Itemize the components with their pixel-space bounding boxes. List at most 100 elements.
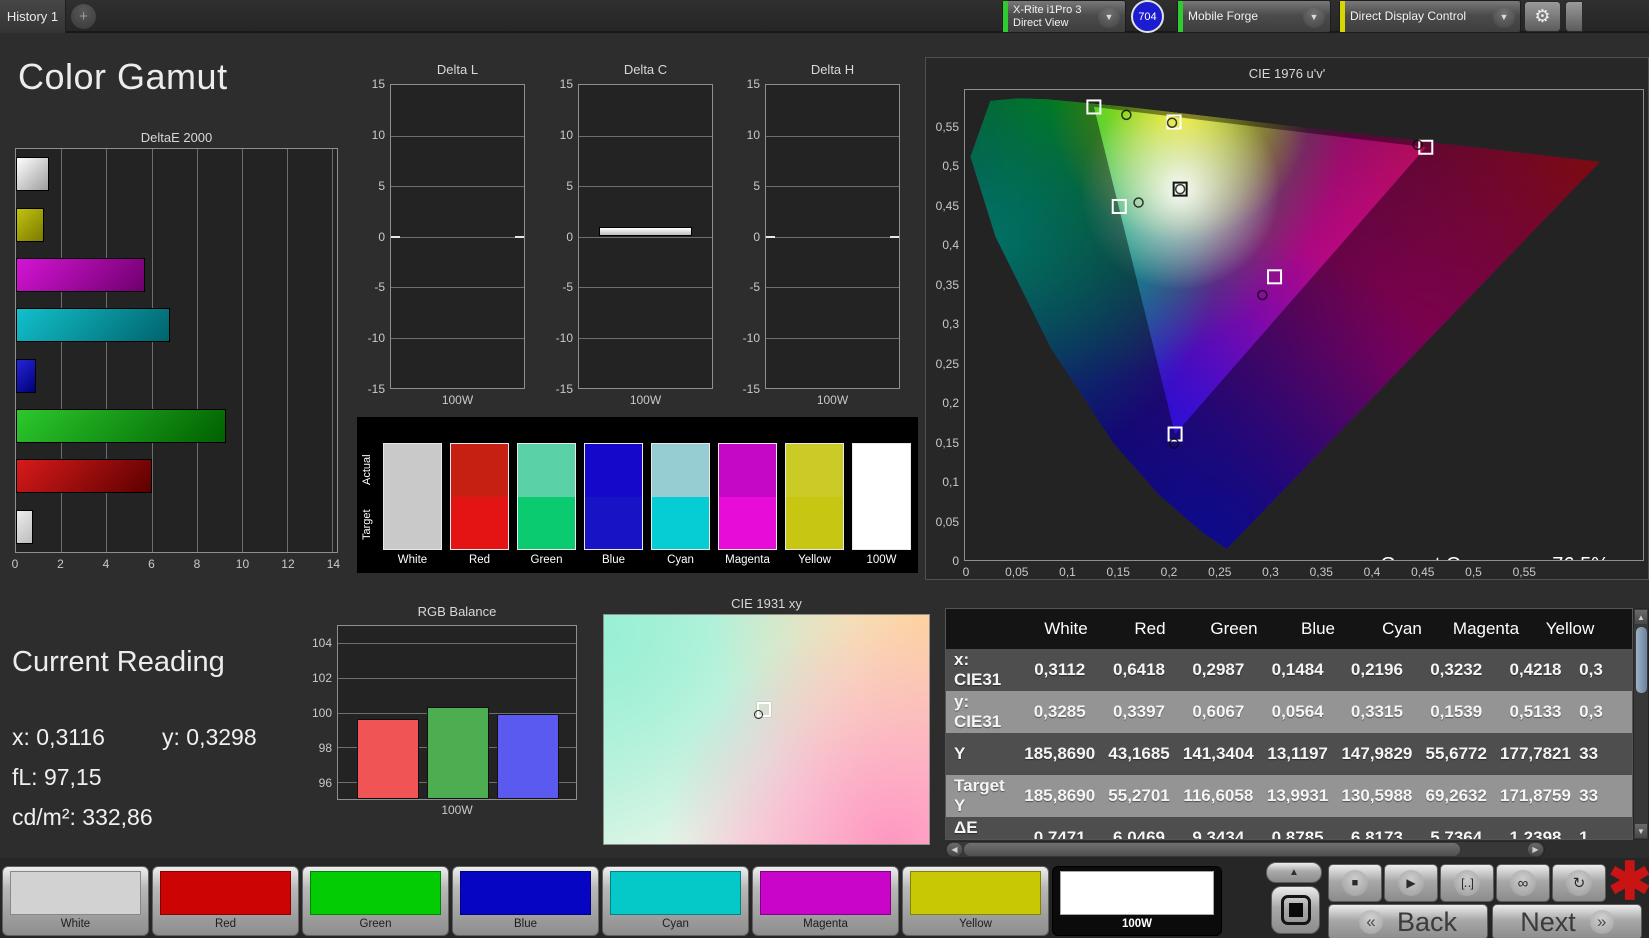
meter-mode-badge[interactable]: 704 (1131, 0, 1164, 33)
loop-range-icon: [‥] (1454, 870, 1480, 896)
scroll-up-icon[interactable]: ▲ (1635, 610, 1647, 624)
cie1976-x-axis: 0 0,05 0,1 0,15 0,2 0,25 0,3 0,35 0,4 0,45 0,5 0,55 (962, 565, 1536, 579)
next-label: Next (1520, 906, 1576, 937)
deltae-bar-green (16, 409, 227, 444)
delta-h-panel: Delta H 15 10 5 0 -5 -10 -15 100W (733, 62, 903, 412)
scroll-left-icon[interactable]: ◀ (947, 843, 962, 856)
table-header-row: White Red Green Blue Cyan Magenta Yellow (946, 609, 1632, 649)
cie1976-panel: CIE 1976 u'v' 0 0,05 0,1 0,15 0,2 0,25 0,3 0,35… (925, 57, 1649, 580)
actual-target-swatch-strip: Actual Target White Red Green Blue Cyan Magen… (357, 417, 918, 573)
settings-button[interactable]: ⚙ (1524, 1, 1561, 32)
delta-l-panel: Delta L 15 10 5 0 -5 -10 -15 100W (358, 62, 528, 412)
table-row-5: ΔE 20000,74716,04699,34340,87856,81735,7… (946, 817, 1632, 839)
actual-row-label: Actual (361, 454, 373, 486)
patch-button-white[interactable]: White (2, 866, 149, 936)
deltae-bar-red (16, 459, 152, 494)
patch-button-blue[interactable]: Blue (452, 866, 599, 936)
chevron-down-icon[interactable]: ▼ (1303, 5, 1325, 28)
vertical-scroll-thumb[interactable] (1636, 627, 1647, 693)
delta-h-y-axis: 15 10 5 0 -5 -10 -15 (742, 77, 760, 396)
patch-button-100w[interactable]: 100W (1052, 866, 1222, 936)
delta-h-chart (765, 84, 900, 389)
cie1931-title: CIE 1931 xy (731, 596, 802, 611)
patch-button-magenta[interactable]: Magenta (752, 866, 899, 936)
reading-cd: cd/m²: 332,86 (12, 804, 153, 830)
tab-history-1[interactable]: History 1 (0, 0, 66, 33)
table-body: x: CIE31 0,3112 0,6418 0,2987 0,1484 0,2196 0,… (946, 649, 1632, 839)
rgb-bar-red (357, 719, 419, 799)
gear-icon: ⚙ (1534, 6, 1551, 26)
stop-measurement-button[interactable] (1271, 886, 1320, 934)
table-row-4: Target Y 185,8690 55,2701 116,6058 13,9931 13… (946, 775, 1632, 817)
rgb-balance-y-axis: 104 102 100 98 96 (311, 635, 332, 790)
back-label: Back (1396, 906, 1458, 937)
repeat-icon: ↻ (1566, 870, 1592, 896)
deltae2000-x-axis: 0 2 4 6 8 10 12 14 (11, 557, 341, 571)
tab-label: History 1 (6, 9, 59, 24)
horizontal-scroll-thumb[interactable] (964, 843, 1460, 856)
deltae-bar-white (16, 509, 33, 544)
display-control-label: Direct Display Control (1350, 8, 1467, 23)
rgb-balance-chart (337, 625, 577, 800)
source-dropdown[interactable]: Mobile Forge ▼ (1178, 1, 1330, 32)
display-status-stripe (1340, 1, 1345, 32)
cie1976-chart: Gamut Coverage:76,5% (964, 89, 1644, 561)
delta-c-panel: Delta C 15 10 5 0 -5 -10 -15 100W (546, 62, 716, 412)
cie1931-measured-marker (754, 710, 764, 720)
loop-range-button[interactable]: [‥] (1440, 864, 1494, 902)
delta-c-title: Delta C (623, 62, 668, 77)
swatch-column-blue: Blue (584, 443, 643, 570)
swatch-column-100w: 100W (852, 443, 911, 570)
top-bar: History 1 + X-Rite i1Pro 3 Direct View ▼ … (0, 0, 1649, 33)
patch-button-red[interactable]: Red (152, 866, 299, 936)
patch-button-green[interactable]: Green (302, 866, 449, 936)
target-row-label: Target (361, 509, 373, 541)
delta-c-x-label: 100W (629, 393, 662, 407)
rgb-balance-title: RGB Balance (417, 604, 497, 619)
swatch-column-white: White (383, 443, 442, 570)
current-reading-title: Current Reading (12, 646, 225, 678)
cie1931-chart (603, 614, 930, 845)
deltae-bar-magenta (16, 257, 145, 292)
delta-l-y-axis: 15 10 5 0 -5 -10 -15 (367, 77, 385, 396)
back-button[interactable]: « Back (1328, 904, 1488, 938)
delta-c-chart (578, 84, 713, 389)
swatch-column-yellow: Yellow (785, 443, 844, 570)
chevron-down-icon[interactable]: ▼ (1098, 5, 1120, 28)
deltae2000-title: DeltaE 2000 (140, 130, 213, 145)
stop-button[interactable]: ■ (1328, 864, 1382, 902)
add-tab-button[interactable]: + (71, 4, 96, 29)
deltae2000-chart (15, 148, 338, 553)
badge-label: 704 (1138, 10, 1157, 23)
play-button[interactable]: ▶ (1384, 864, 1438, 902)
clipped-toolbar-button[interactable] (1565, 1, 1583, 32)
scroll-right-icon[interactable]: ▶ (1528, 843, 1543, 856)
table-row-3: Y 185,8690 43,1685 141,3404 13,1197 147,9829 5… (946, 733, 1632, 775)
reading-fl: fL: 97,15 (12, 764, 102, 790)
stop-icon: ■ (1342, 870, 1368, 896)
display-control-dropdown[interactable]: Direct Display Control ▼ (1340, 1, 1520, 32)
measurement-table: White Red Green Blue Cyan Magenta Yellow x: CI… (945, 608, 1633, 840)
meter-label: X-Rite i1Pro 3 Direct View (1013, 3, 1082, 29)
meter-dropdown[interactable]: X-Rite i1Pro 3 Direct View ▼ (1003, 1, 1125, 32)
patch-button-yellow[interactable]: Yellow (902, 866, 1049, 936)
continuous-read-button[interactable]: ∞ (1496, 864, 1550, 902)
panel-collapse-button[interactable]: ▲ (1266, 862, 1322, 883)
play-icon: ▶ (1398, 870, 1424, 896)
chevron-left-icon: « (1358, 910, 1383, 934)
stop-icon (1280, 895, 1311, 925)
scroll-down-icon[interactable]: ▼ (1635, 824, 1647, 838)
cie1976-title: CIE 1976 u'v' (1248, 66, 1326, 81)
chevron-down-icon[interactable]: ▼ (1493, 5, 1515, 28)
reading-y: y: 0,3298 (162, 724, 257, 750)
chevron-up-icon: ▲ (1289, 867, 1299, 878)
repeat-button[interactable]: ↻ (1552, 864, 1606, 902)
rgb-balance-x-label: 100W (441, 803, 473, 817)
cie1976-y-axis: 0 0,05 0,1 0,15 0,2 0,25 0,3 0,35 0,4 0,45 0,5 0,55 (935, 119, 959, 569)
table-vertical-scrollbar[interactable]: ▲ ▼ (1633, 608, 1649, 840)
table-horizontal-scrollbar[interactable]: ◀ ▶ (945, 841, 1545, 858)
source-label: Mobile Forge (1188, 8, 1259, 23)
delta-c-y-axis: 15 10 5 0 -5 -10 -15 (555, 77, 573, 396)
patch-button-cyan[interactable]: Cyan (602, 866, 749, 936)
delta-l-x-label: 100W (441, 393, 474, 407)
